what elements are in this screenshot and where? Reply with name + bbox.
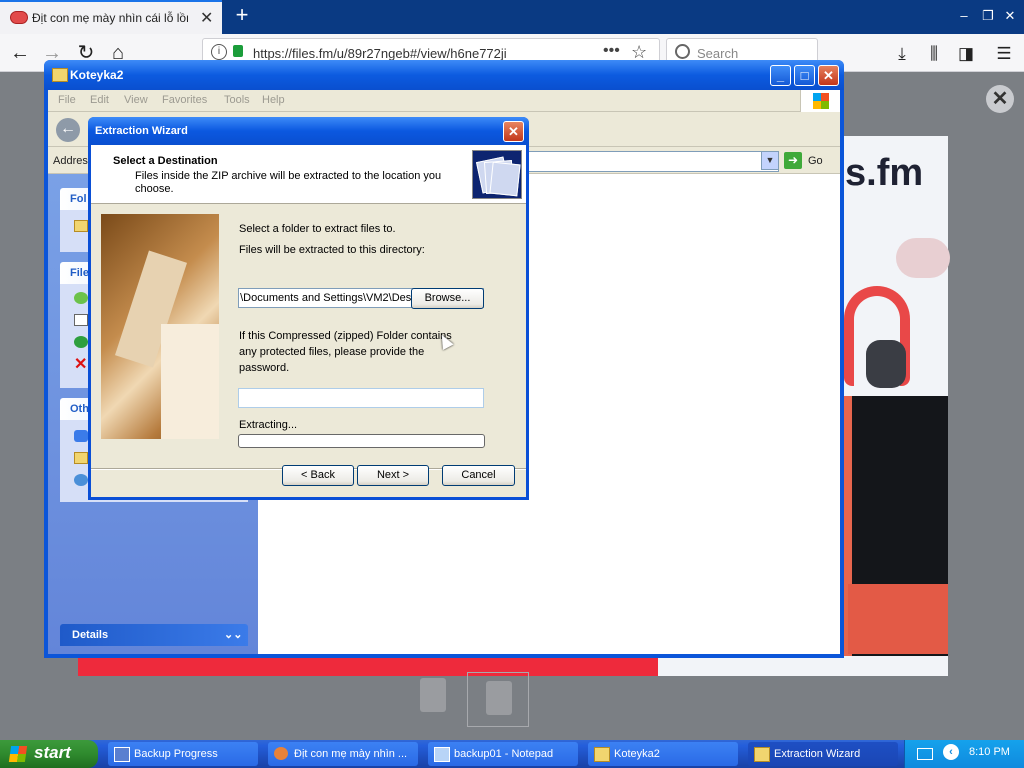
firefox-icon: [274, 747, 288, 760]
task-backup-progress[interactable]: Backup Progress: [108, 742, 258, 766]
sidebar-icon[interactable]: ◨: [954, 42, 978, 66]
explorer-titlebar[interactable]: Koteyka2 _ □ ✕: [44, 60, 844, 90]
page-brand-logo: s.fm: [845, 152, 924, 194]
url-text[interactable]: https://files.fm/u/89r27ngeb#/view/h6ne7…: [253, 46, 507, 61]
folder-zip-icon: [754, 747, 770, 762]
extraction-progress-bar: [238, 434, 485, 448]
browser-tab[interactable]: Địt con mẹ mày nhìn cái lỗ lồn gì l ✕: [0, 0, 222, 34]
password-input[interactable]: [238, 388, 484, 408]
headphones-earcup: [866, 340, 906, 388]
network-icon[interactable]: [74, 474, 88, 486]
extracting-label: Extracting...: [239, 419, 298, 431]
explorer-back-icon[interactable]: ←: [56, 118, 80, 142]
extraction-wizard-dialog: Extraction Wizard ✕ Select a Destination…: [88, 117, 529, 500]
page-actions-icon[interactable]: •••: [603, 42, 620, 60]
window-icon: [114, 747, 130, 762]
next-button[interactable]: Next >: [357, 465, 429, 486]
explorer-maximize-button[interactable]: □: [794, 65, 815, 86]
address-label: Addres: [53, 155, 88, 167]
rename-icon[interactable]: [74, 292, 88, 304]
cancel-button[interactable]: Cancel: [442, 465, 515, 486]
wizard-titlebar[interactable]: Extraction Wizard: [88, 117, 529, 145]
task-extraction-wizard[interactable]: Extraction Wizard: [748, 742, 898, 766]
wizard-side-image: [101, 214, 219, 439]
copy-icon[interactable]: [74, 314, 88, 326]
search-placeholder: Search: [697, 46, 739, 61]
wizard-title: Extraction Wizard: [95, 125, 188, 137]
menu-hamburger-icon[interactable]: ☰: [992, 42, 1016, 66]
chevron-down-icon[interactable]: ⌄⌄: [224, 628, 242, 641]
laptop-keyboard: [848, 584, 948, 654]
notepad-icon: [434, 747, 450, 762]
details-section-header[interactable]: Details ⌄⌄: [60, 624, 248, 646]
publish-icon[interactable]: [74, 336, 88, 348]
wizard-header: Select a Destination Files inside the ZI…: [91, 145, 526, 204]
lock-icon: [233, 45, 243, 57]
new-tab-button[interactable]: +: [232, 4, 252, 28]
browse-button[interactable]: Browse...: [411, 288, 484, 309]
browser-restore-button[interactable]: ❐: [978, 6, 998, 26]
browser-tabbar: Địt con mẹ mày nhìn cái lỗ lồn gì l ✕ + …: [0, 0, 1024, 34]
menu-edit[interactable]: Edit: [90, 94, 109, 106]
wizard-close-button[interactable]: ✕: [503, 121, 524, 142]
file-thumbnail[interactable]: [420, 678, 446, 712]
cloud-illustration: [896, 238, 950, 278]
browser-close-button[interactable]: ✕: [1000, 6, 1020, 26]
back-button[interactable]: < Back: [282, 465, 354, 486]
task-koteyka2[interactable]: Koteyka2: [588, 742, 738, 766]
taskbar: start Backup Progress Địt con mẹ mày nhì…: [0, 740, 1024, 768]
task-firefox[interactable]: Địt con mẹ mày nhìn ...: [268, 742, 418, 766]
start-label: start: [34, 743, 71, 762]
address-dropdown-icon[interactable]: ▼: [761, 151, 779, 170]
folder-icon[interactable]: [74, 452, 88, 464]
tray-expand-icon[interactable]: ‹: [943, 744, 959, 760]
file-thumbnail-selected[interactable]: [467, 672, 529, 727]
folder-icon[interactable]: [74, 220, 88, 232]
info-icon[interactable]: i: [211, 44, 227, 60]
explorer-menubar: File Edit View Favorites Tools Help: [48, 90, 840, 112]
wizard-step-description: Files inside the ZIP archive will be ext…: [135, 170, 442, 195]
tab-title: Địt con mẹ mày nhìn cái lỗ lồn gì l: [32, 11, 188, 25]
windows-logo-icon: [8, 746, 28, 762]
preview-close-icon[interactable]: ✕: [986, 85, 1014, 113]
keyboard-icon[interactable]: [917, 748, 933, 760]
wizard-body: Select a Destination Files inside the ZI…: [91, 145, 526, 497]
explorer-title: Koteyka2: [70, 68, 124, 82]
delete-icon[interactable]: ✕: [74, 354, 87, 374]
menu-help[interactable]: Help: [262, 94, 285, 106]
back-arrow-icon[interactable]: ←: [6, 40, 34, 68]
tab-favicon-icon: [10, 11, 28, 24]
start-button[interactable]: start: [0, 740, 98, 768]
menu-tools[interactable]: Tools: [224, 94, 250, 106]
browser-minimize-button[interactable]: –: [954, 6, 974, 26]
folder-icon: [594, 747, 610, 762]
clock[interactable]: 8:10 PM: [969, 746, 1010, 758]
go-label[interactable]: Go: [808, 155, 823, 167]
menu-file[interactable]: File: [58, 94, 76, 106]
zip-folder-icon: [472, 150, 522, 199]
explorer-minimize-button[interactable]: _: [770, 65, 791, 86]
folder-icon: [52, 68, 68, 82]
menu-favorites[interactable]: Favorites: [162, 94, 207, 106]
select-folder-label: Select a folder to extract files to.: [239, 223, 396, 235]
system-tray: ‹ 8:10 PM: [904, 740, 1024, 768]
tab-close-icon[interactable]: ✕: [200, 8, 213, 28]
menu-view[interactable]: View: [124, 94, 148, 106]
task-notepad[interactable]: backup01 - Notepad: [428, 742, 578, 766]
search-icon: [675, 44, 690, 59]
downloads-icon[interactable]: ⤓: [890, 42, 914, 66]
library-icon[interactable]: ⫼: [922, 42, 946, 66]
windows-flag-icon: [800, 90, 840, 112]
desktop-icon[interactable]: [74, 430, 88, 442]
file-doc-icon: [486, 681, 512, 715]
go-arrow-icon[interactable]: ➜: [784, 152, 802, 169]
extract-dir-label: Files will be extracted to this director…: [239, 244, 425, 256]
password-prompt-label: If this Compressed (zipped) Folder conta…: [239, 330, 452, 374]
wizard-step-title: Select a Destination: [113, 155, 218, 167]
explorer-close-button[interactable]: ✕: [818, 65, 839, 86]
